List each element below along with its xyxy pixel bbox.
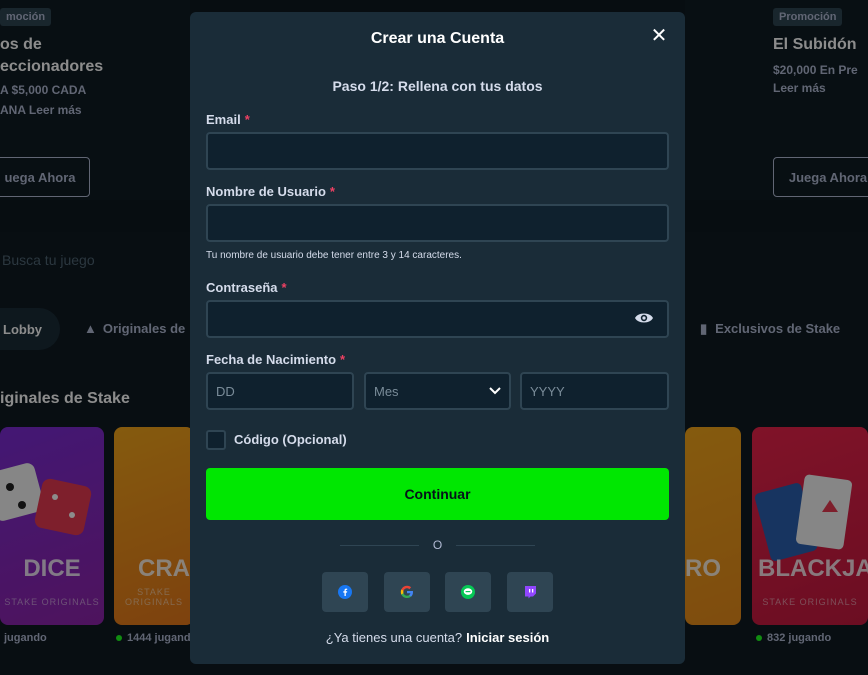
email-label-text: Email — [206, 112, 241, 127]
required-mark: * — [244, 112, 250, 127]
eye-icon[interactable] — [634, 310, 654, 326]
close-icon[interactable]: ✕ — [649, 26, 669, 46]
dob-label: Fecha de Nacimiento * — [206, 352, 345, 367]
or-label: O — [418, 538, 457, 552]
facebook-icon — [338, 585, 352, 599]
dob-month-placeholder: Mes — [374, 383, 399, 399]
password-label: Contraseña * — [206, 280, 287, 295]
code-label[interactable]: Código (Opcional) — [234, 432, 347, 447]
continue-button[interactable]: Continuar — [206, 468, 669, 520]
username-field[interactable] — [206, 204, 669, 242]
code-checkbox[interactable] — [206, 430, 226, 450]
username-hint: Tu nombre de usuario debe tener entre 3 … — [206, 250, 462, 261]
line-icon — [461, 585, 475, 599]
login-prompt-text: ¿Ya tienes una cuenta? — [325, 630, 463, 645]
username-label-text: Nombre de Usuario — [206, 184, 326, 199]
password-field[interactable] — [206, 300, 669, 338]
or-separator: O — [190, 538, 685, 552]
chevron-down-icon — [489, 387, 501, 395]
register-modal: Crear una Cuenta ✕ Paso 1/2: Rellena con… — [190, 12, 685, 664]
google-login-button[interactable] — [384, 572, 430, 612]
email-label: Email * — [206, 112, 250, 127]
login-link[interactable]: Iniciar sesión — [466, 630, 549, 645]
required-mark: * — [329, 184, 335, 199]
password-label-text: Contraseña — [206, 280, 278, 295]
required-mark: * — [340, 352, 346, 367]
required-mark: * — [281, 280, 287, 295]
facebook-login-button[interactable] — [322, 572, 368, 612]
google-icon — [400, 585, 413, 598]
line-login-button[interactable] — [445, 572, 491, 612]
dob-year-placeholder: YYYY — [530, 383, 565, 399]
twitch-login-button[interactable] — [507, 572, 553, 612]
dob-label-text: Fecha de Nacimiento — [206, 352, 337, 367]
modal-title: Crear una Cuenta — [370, 30, 505, 47]
dob-month-select[interactable]: Mes — [364, 372, 511, 410]
email-field[interactable] — [206, 132, 669, 170]
step-indicator: Paso 1/2: Rellena con tus datos — [332, 78, 543, 94]
dob-day-field[interactable]: DD — [206, 372, 354, 410]
twitch-icon — [525, 586, 536, 599]
dob-year-field[interactable]: YYYY — [520, 372, 669, 410]
username-label: Nombre de Usuario * — [206, 184, 335, 199]
login-prompt: ¿Ya tienes una cuenta? Iniciar sesión — [190, 630, 685, 645]
dob-day-placeholder: DD — [216, 383, 235, 399]
